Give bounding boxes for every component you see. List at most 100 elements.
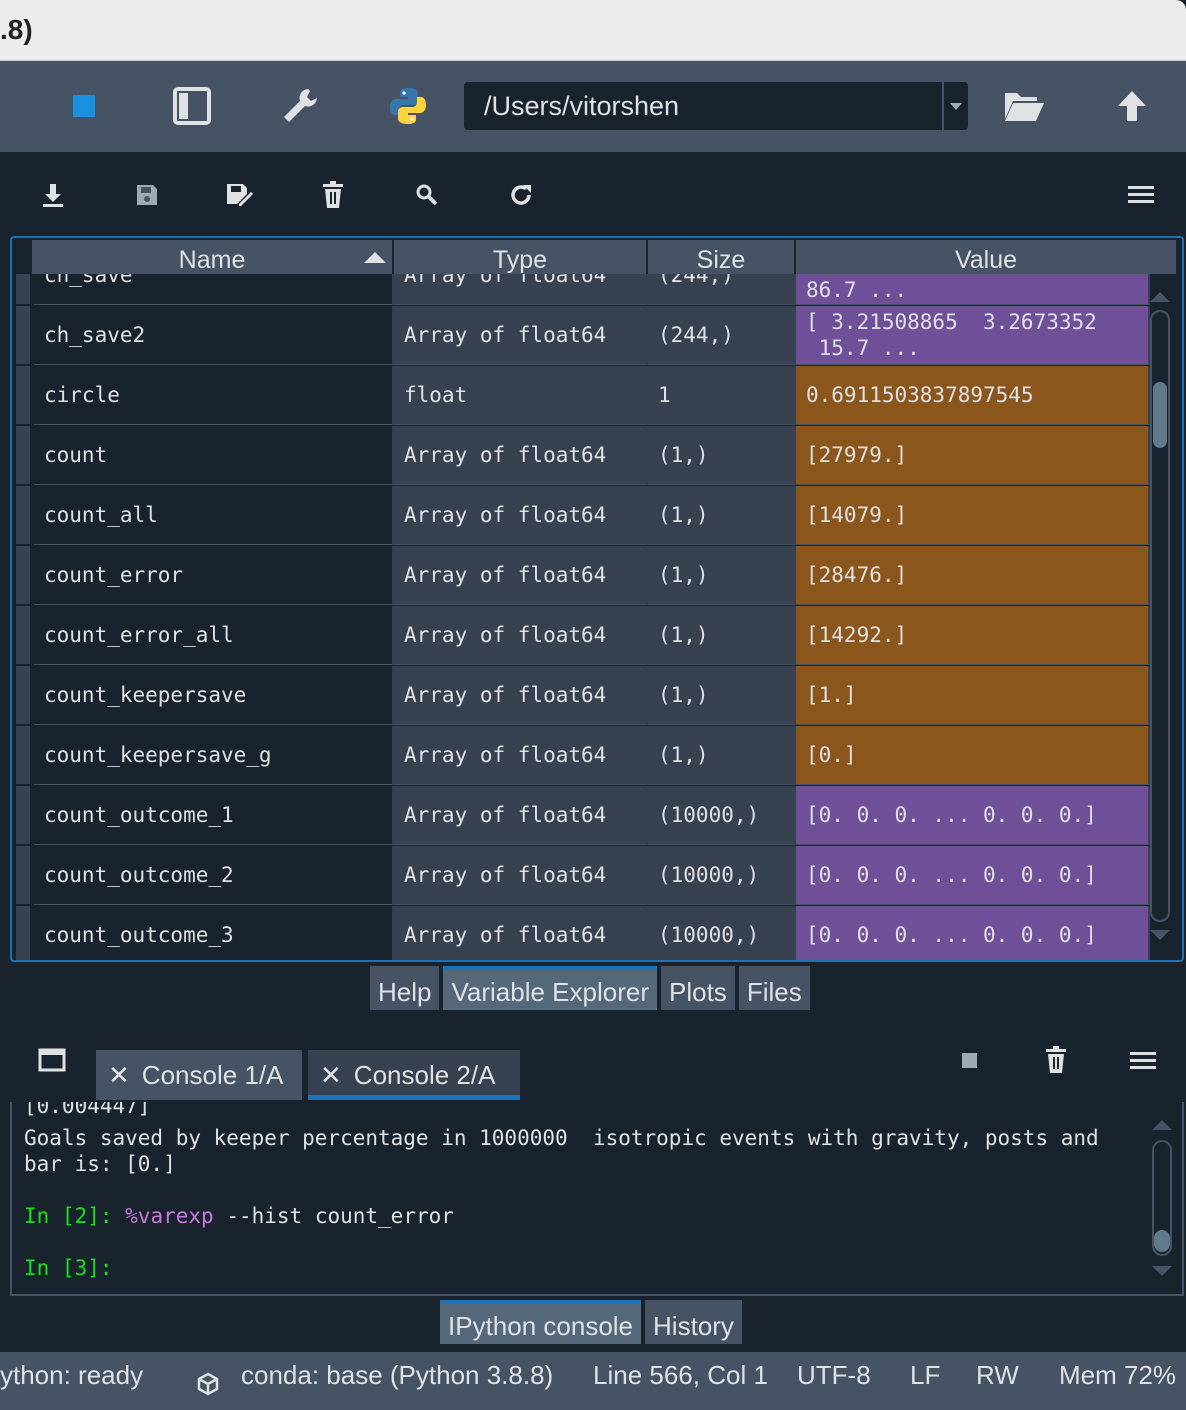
row-gutter [16, 486, 30, 544]
variable-value[interactable]: 86.7 ... [796, 274, 1150, 305]
table-row[interactable]: ch_save Array of float64 (244,) 86.7 ... [16, 274, 1154, 306]
variable-value[interactable]: [0.] [796, 726, 1150, 785]
variable-name[interactable]: count_error [34, 546, 394, 605]
console-scrollbar[interactable] [1150, 1120, 1174, 1280]
interrupt-kernel-icon[interactable] [962, 1053, 977, 1068]
scroll-up-arrow-icon[interactable] [1152, 1120, 1172, 1130]
variable-value[interactable]: 0.6911503837897545 [796, 366, 1150, 425]
variable-type: Array of float64 [394, 606, 648, 665]
variable-value[interactable]: [0. 0. 0. ... 0. 0. 0.] [796, 846, 1150, 905]
variable-name[interactable]: count_keepersave [34, 666, 394, 725]
console-line: bar is: [0.] [24, 1152, 176, 1176]
parent-directory-arrow-icon[interactable] [1108, 82, 1156, 130]
variable-size: (1,) [648, 606, 796, 665]
variable-name[interactable]: count_outcome_2 [34, 846, 394, 905]
search-icon[interactable] [410, 178, 444, 212]
trash-icon[interactable] [316, 178, 350, 212]
folder-open-icon[interactable] [1000, 82, 1048, 130]
variable-name[interactable]: count_keepersave_g [34, 726, 394, 785]
variable-name[interactable]: count_error_all [34, 606, 394, 665]
table-row[interactable]: count_outcome_1 Array of float64 (10000,)[… [16, 786, 1154, 846]
table-row[interactable]: count_keepersave Array of float64 (1,) [1.] [16, 666, 1154, 726]
tab-files[interactable]: Files [738, 966, 810, 1010]
import-data-icon[interactable] [36, 178, 70, 212]
tab-ipython-console[interactable]: IPython console [440, 1300, 642, 1344]
variable-name[interactable]: count_all [34, 486, 394, 545]
variable-value[interactable]: [28476.] [796, 546, 1150, 605]
console-tab-1[interactable]: ✕ Console 1/A [96, 1050, 302, 1100]
column-header-size[interactable]: Size [648, 240, 796, 274]
variable-name[interactable]: ch_save [34, 274, 394, 305]
variable-value[interactable]: [14079.] [796, 486, 1150, 545]
row-gutter [16, 726, 30, 784]
table-row[interactable]: count_outcome_2 Array of float64 (10000,)[… [16, 846, 1154, 906]
row-gutter [16, 606, 30, 664]
variable-value[interactable]: [14292.] [796, 606, 1150, 665]
table-row[interactable]: count Array of float64 (1,) [27979.] [16, 426, 1154, 486]
row-gutter [16, 846, 30, 904]
scrollbar-thumb[interactable] [1154, 1230, 1170, 1252]
table-row[interactable]: ch_save2 Array of float64 (244,)[ 3.215088… [16, 306, 1154, 366]
table-row[interactable]: count_outcome_3 Array of float64 (10000,)[… [16, 906, 1154, 960]
scroll-up-arrow-icon[interactable] [1150, 292, 1170, 302]
conda-cube-icon [196, 1364, 220, 1410]
table-row[interactable]: count_keepersave_g Array of float64 (1,) [0… [16, 726, 1154, 786]
status-bar: ython: ready conda: base (Python 3.8.8) … [0, 1352, 1186, 1410]
save-data-as-icon[interactable] [222, 178, 256, 212]
stop-square-icon[interactable] [60, 82, 108, 130]
console-options-menu-icon[interactable] [1130, 1051, 1156, 1076]
ipython-console-output[interactable]: [0.004447] Goals saved by keeper percent… [10, 1102, 1184, 1296]
close-tab-icon[interactable]: ✕ [320, 1060, 342, 1090]
scrollbar-thumb[interactable] [1153, 382, 1167, 448]
table-row[interactable]: count_error_all Array of float64 (1,) [1429… [16, 606, 1154, 666]
variable-name[interactable]: count_outcome_3 [34, 906, 394, 960]
variable-size: (1,) [648, 666, 796, 725]
magic-command: %varexp [125, 1204, 214, 1228]
browse-tabs-icon[interactable] [38, 1048, 66, 1077]
command-args: --hist count_error [213, 1204, 454, 1228]
console-input-line[interactable]: In [3]: [24, 1256, 113, 1280]
table-row[interactable]: count_all Array of float64 (1,) [14079.] [16, 486, 1154, 546]
tab-help[interactable]: Help [370, 966, 440, 1010]
tab-history[interactable]: History [645, 1300, 742, 1344]
variable-type: Array of float64 [394, 666, 648, 725]
scroll-down-arrow-icon[interactable] [1152, 1266, 1172, 1276]
refresh-icon[interactable] [504, 178, 538, 212]
working-directory-input[interactable]: /Users/vitorshen [464, 82, 942, 130]
variable-value[interactable]: [0. 0. 0. ... 0. 0. 0.] [796, 786, 1150, 845]
cursor-position: Line 566, Col 1 [593, 1360, 768, 1390]
python-icon[interactable] [384, 82, 432, 130]
variable-value[interactable]: [0. 0. 0. ... 0. 0. 0.] [796, 906, 1150, 960]
console-tab-2[interactable]: ✕ Console 2/A [308, 1050, 520, 1100]
save-data-icon[interactable] [130, 178, 164, 212]
console-line: Goals saved by keeper percentage in 1000… [24, 1126, 1099, 1150]
variable-value[interactable]: [1.] [796, 666, 1150, 725]
scroll-down-arrow-icon[interactable] [1150, 930, 1170, 940]
wrench-icon[interactable] [276, 82, 324, 130]
tab-plots[interactable]: Plots [661, 966, 735, 1010]
working-directory-dropdown[interactable] [942, 82, 968, 130]
console-trash-icon[interactable] [1044, 1046, 1068, 1079]
maximize-pane-icon[interactable] [168, 82, 216, 130]
variable-value[interactable]: [ 3.21508865 3.2673352 15.7 ... [796, 306, 1150, 365]
column-header-type[interactable]: Type [394, 240, 648, 274]
variable-name[interactable]: count [34, 426, 394, 485]
variable-type: Array of float64 [394, 906, 648, 960]
lower-pane-tabs: IPython console History [440, 1300, 742, 1344]
table-scrollbar[interactable] [1148, 274, 1172, 960]
table-row[interactable]: circle float 1 0.6911503837897545 [16, 366, 1154, 426]
row-gutter [16, 906, 30, 960]
column-header-name[interactable]: Name [32, 240, 394, 274]
variable-name[interactable]: count_outcome_1 [34, 786, 394, 845]
variable-type: Array of float64 [394, 426, 648, 485]
variable-value[interactable]: [27979.] [796, 426, 1150, 485]
variable-type: Array of float64 [394, 486, 648, 545]
close-tab-icon[interactable]: ✕ [108, 1060, 130, 1090]
tab-variable-explorer[interactable]: Variable Explorer [443, 966, 657, 1010]
options-menu-icon[interactable] [1124, 178, 1158, 212]
variable-name[interactable]: circle [34, 366, 394, 425]
variable-name[interactable]: ch_save2 [34, 306, 394, 365]
column-header-value[interactable]: Value [796, 240, 1178, 274]
table-row[interactable]: count_error Array of float64 (1,) [28476.] [16, 546, 1154, 606]
row-gutter [16, 366, 30, 424]
